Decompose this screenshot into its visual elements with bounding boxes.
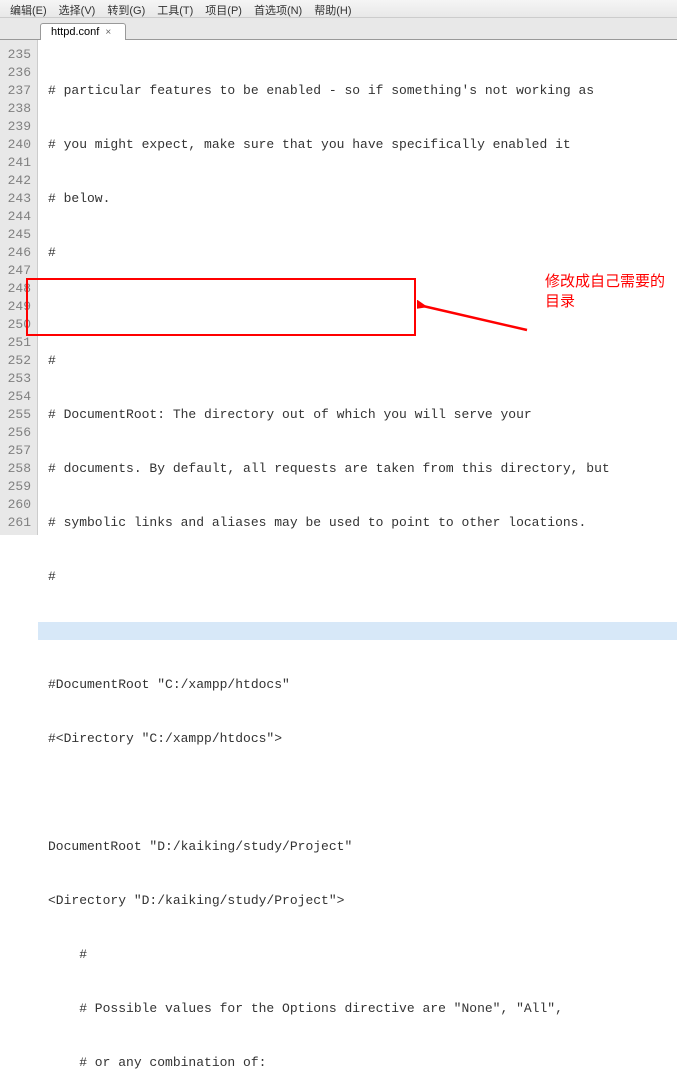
file-tab[interactable]: httpd.conf × (40, 23, 126, 40)
line-number: 254 (0, 388, 37, 406)
menu-prefs[interactable]: 首选项(N) (248, 2, 308, 15)
line-number: 255 (0, 406, 37, 424)
code-line: #<Directory "C:/xampp/htdocs"> (48, 730, 677, 748)
menu-project[interactable]: 项目(P) (199, 2, 248, 15)
line-number: 243 (0, 190, 37, 208)
code-line: # symbolic links and aliases may be used… (48, 514, 677, 532)
line-number: 241 (0, 154, 37, 172)
tab-filename: httpd.conf (51, 26, 99, 38)
line-number: 239 (0, 118, 37, 136)
line-number: 236 (0, 64, 37, 82)
code-line (38, 622, 677, 640)
code-line: # or any combination of: (48, 1054, 677, 1070)
code-line: # DocumentRoot: The directory out of whi… (48, 406, 677, 424)
code-line: # (48, 352, 677, 370)
line-number: 253 (0, 370, 37, 388)
code-line: # particular features to be enabled - so… (48, 82, 677, 100)
line-number: 261 (0, 514, 37, 532)
code-line: <Directory "D:/kaiking/study/Project"> (48, 892, 677, 910)
menu-help[interactable]: 帮助(H) (308, 2, 357, 15)
line-number: 260 (0, 496, 37, 514)
code-line (48, 784, 677, 802)
code-line: #DocumentRoot "C:/xampp/htdocs" (48, 676, 677, 694)
line-number: 235 (0, 46, 37, 64)
line-gutter: 235 236 237 238 239 240 241 242 243 244 … (0, 40, 38, 535)
annotation-text: 修改成自己需要的 目录 (545, 272, 665, 312)
line-number: 251 (0, 334, 37, 352)
code-line: DocumentRoot "D:/kaiking/study/Project" (48, 838, 677, 856)
menubar: 编辑(E) 选择(V) 转到(G) 工具(T) 项目(P) 首选项(N) 帮助(… (0, 0, 677, 18)
code-line: # you might expect, make sure that you h… (48, 136, 677, 154)
code-line: # documents. By default, all requests ar… (48, 460, 677, 478)
line-number: 246 (0, 244, 37, 262)
menu-select[interactable]: 选择(V) (53, 2, 102, 15)
code-line: # (48, 568, 677, 586)
annotation-line: 修改成自己需要的 (545, 272, 665, 292)
code-line: # Possible values for the Options direct… (48, 1000, 677, 1018)
menu-goto[interactable]: 转到(G) (101, 2, 151, 15)
line-number: 259 (0, 478, 37, 496)
menu-edit[interactable]: 编辑(E) (4, 2, 53, 15)
line-number: 249 (0, 298, 37, 316)
line-number: 240 (0, 136, 37, 154)
line-number: 250 (0, 316, 37, 334)
line-number: 256 (0, 424, 37, 442)
annotation-line: 目录 (545, 292, 665, 312)
code-line: # (48, 946, 677, 964)
line-number: 237 (0, 82, 37, 100)
line-number: 238 (0, 100, 37, 118)
line-number: 242 (0, 172, 37, 190)
code-line: # (48, 244, 677, 262)
tabbar: httpd.conf × (0, 18, 677, 40)
line-number: 257 (0, 442, 37, 460)
code-line: # below. (48, 190, 677, 208)
line-number: 245 (0, 226, 37, 244)
line-number: 247 (0, 262, 37, 280)
close-icon[interactable]: × (105, 27, 111, 38)
line-number: 252 (0, 352, 37, 370)
line-number: 244 (0, 208, 37, 226)
line-number: 248 (0, 280, 37, 298)
menu-tools[interactable]: 工具(T) (151, 2, 199, 15)
line-number: 258 (0, 460, 37, 478)
